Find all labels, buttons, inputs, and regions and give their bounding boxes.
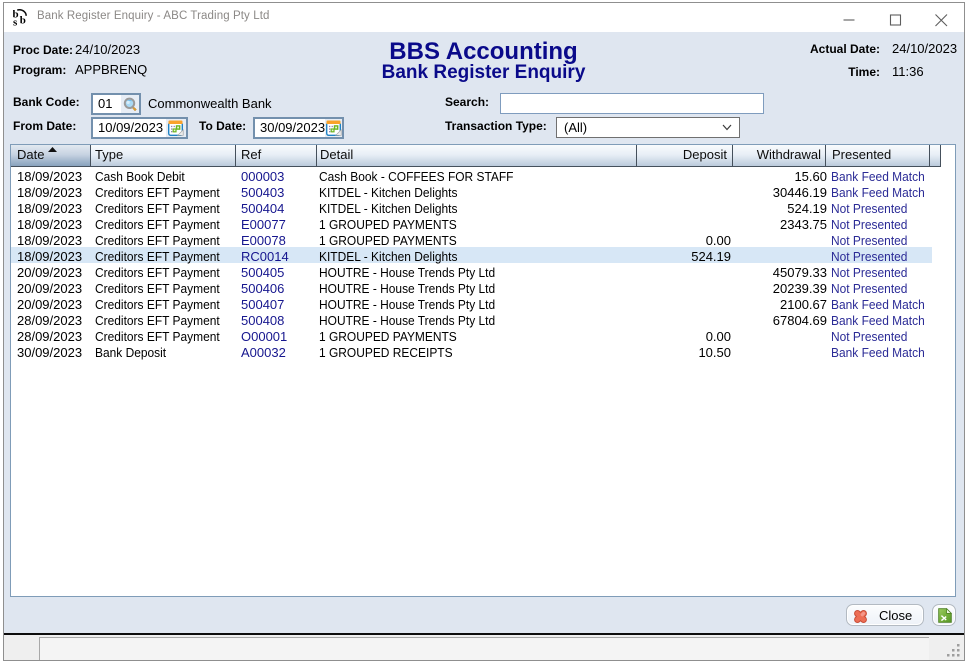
svg-text:s: s [13, 16, 18, 27]
svg-text:b: b [20, 14, 26, 26]
